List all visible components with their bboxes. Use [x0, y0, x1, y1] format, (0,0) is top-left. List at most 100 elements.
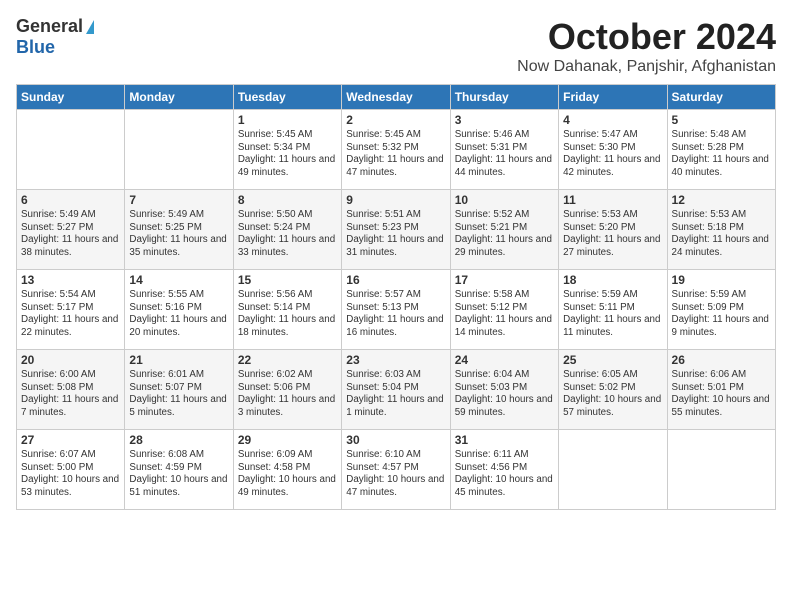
- sunset-text: Sunset: 5:08 PM: [21, 382, 93, 393]
- daylight-text: Daylight: 11 hours and 24 minutes.: [672, 234, 769, 258]
- sunrise-text: Sunrise: 5:49 AM: [129, 209, 204, 220]
- day-number: 25: [563, 353, 662, 367]
- sunset-text: Sunset: 5:13 PM: [346, 302, 418, 313]
- cell-content: Sunrise: 6:11 AMSunset: 4:56 PMDaylight:…: [455, 449, 554, 500]
- cell-content: Sunrise: 5:47 AMSunset: 5:30 PMDaylight:…: [563, 129, 662, 180]
- day-number: 22: [238, 353, 337, 367]
- daylight-text: Daylight: 11 hours and 31 minutes.: [346, 234, 443, 258]
- cell-content: Sunrise: 5:57 AMSunset: 5:13 PMDaylight:…: [346, 289, 445, 340]
- sunrise-text: Sunrise: 5:55 AM: [129, 289, 204, 300]
- calendar-week-row: 20Sunrise: 6:00 AMSunset: 5:08 PMDayligh…: [17, 350, 776, 430]
- sunrise-text: Sunrise: 5:54 AM: [21, 289, 96, 300]
- cell-content: Sunrise: 6:02 AMSunset: 5:06 PMDaylight:…: [238, 369, 337, 420]
- cell-content: Sunrise: 5:51 AMSunset: 5:23 PMDaylight:…: [346, 209, 445, 260]
- sunrise-text: Sunrise: 6:08 AM: [129, 449, 204, 460]
- day-number: 21: [129, 353, 228, 367]
- calendar-cell: 15Sunrise: 5:56 AMSunset: 5:14 PMDayligh…: [233, 270, 341, 350]
- calendar-cell: 8Sunrise: 5:50 AMSunset: 5:24 PMDaylight…: [233, 190, 341, 270]
- sunrise-text: Sunrise: 5:50 AM: [238, 209, 313, 220]
- weekday-header-thursday: Thursday: [450, 85, 558, 110]
- sunrise-text: Sunrise: 5:45 AM: [346, 129, 421, 140]
- daylight-text: Daylight: 11 hours and 5 minutes.: [129, 394, 226, 418]
- daylight-text: Daylight: 11 hours and 14 minutes.: [455, 314, 552, 338]
- sunrise-text: Sunrise: 6:11 AM: [455, 449, 529, 460]
- sunrise-text: Sunrise: 5:49 AM: [21, 209, 96, 220]
- daylight-text: Daylight: 10 hours and 49 minutes.: [238, 474, 336, 498]
- calendar-week-row: 1Sunrise: 5:45 AMSunset: 5:34 PMDaylight…: [17, 110, 776, 190]
- sunrise-text: Sunrise: 6:02 AM: [238, 369, 313, 380]
- logo-triangle-icon: [86, 20, 94, 34]
- sunrise-text: Sunrise: 5:52 AM: [455, 209, 530, 220]
- cell-content: Sunrise: 6:06 AMSunset: 5:01 PMDaylight:…: [672, 369, 771, 420]
- day-number: 28: [129, 433, 228, 447]
- cell-content: Sunrise: 6:07 AMSunset: 5:00 PMDaylight:…: [21, 449, 120, 500]
- daylight-text: Daylight: 10 hours and 51 minutes.: [129, 474, 227, 498]
- calendar-cell: 17Sunrise: 5:58 AMSunset: 5:12 PMDayligh…: [450, 270, 558, 350]
- daylight-text: Daylight: 10 hours and 45 minutes.: [455, 474, 553, 498]
- day-number: 5: [672, 113, 771, 127]
- cell-content: Sunrise: 6:04 AMSunset: 5:03 PMDaylight:…: [455, 369, 554, 420]
- calendar-cell: 12Sunrise: 5:53 AMSunset: 5:18 PMDayligh…: [667, 190, 775, 270]
- daylight-text: Daylight: 10 hours and 59 minutes.: [455, 394, 553, 418]
- daylight-text: Daylight: 11 hours and 7 minutes.: [21, 394, 118, 418]
- calendar-cell: [125, 110, 233, 190]
- day-number: 29: [238, 433, 337, 447]
- location-title: Now Dahanak, Panjshir, Afghanistan: [517, 58, 776, 76]
- cell-content: Sunrise: 6:08 AMSunset: 4:59 PMDaylight:…: [129, 449, 228, 500]
- calendar-cell: 4 Sunrise: 5:47 AMSunset: 5:30 PMDaylight…: [559, 110, 667, 190]
- cell-content: Sunrise: 5:52 AMSunset: 5:21 PMDaylight:…: [455, 209, 554, 260]
- sunset-text: Sunset: 5:00 PM: [21, 462, 93, 473]
- day-number: 30: [346, 433, 445, 447]
- day-number: 20: [21, 353, 120, 367]
- daylight-text: Daylight: 10 hours and 57 minutes.: [563, 394, 661, 418]
- daylight-text: Daylight: 11 hours and 49 minutes.: [238, 154, 335, 178]
- calendar-cell: 21Sunrise: 6:01 AMSunset: 5:07 PMDayligh…: [125, 350, 233, 430]
- sunset-text: Sunset: 4:57 PM: [346, 462, 418, 473]
- daylight-text: Daylight: 11 hours and 35 minutes.: [129, 234, 226, 258]
- day-number: 2: [346, 113, 445, 127]
- day-number: 9: [346, 193, 445, 207]
- day-number: 13: [21, 273, 120, 287]
- cell-content: Sunrise: 5:48 AMSunset: 5:28 PMDaylight:…: [672, 129, 771, 180]
- sunrise-text: Sunrise: 5:53 AM: [563, 209, 638, 220]
- sunrise-text: Sunrise: 5:45 AM: [238, 129, 313, 140]
- day-number: 11: [563, 193, 662, 207]
- calendar-cell: 30Sunrise: 6:10 AMSunset: 4:57 PMDayligh…: [342, 430, 450, 510]
- cell-content: Sunrise: 6:09 AMSunset: 4:58 PMDaylight:…: [238, 449, 337, 500]
- daylight-text: Daylight: 11 hours and 22 minutes.: [21, 314, 118, 338]
- sunrise-text: Sunrise: 6:10 AM: [346, 449, 421, 460]
- calendar-cell: 31 Sunrise: 6:11 AMSunset: 4:56 PMDayligh…: [450, 430, 558, 510]
- weekday-header-sunday: Sunday: [17, 85, 125, 110]
- day-number: 18: [563, 273, 662, 287]
- calendar-cell: 20Sunrise: 6:00 AMSunset: 5:08 PMDayligh…: [17, 350, 125, 430]
- daylight-text: Daylight: 11 hours and 29 minutes.: [455, 234, 552, 258]
- sunset-text: Sunset: 5:14 PM: [238, 302, 310, 313]
- day-number: 4: [563, 113, 662, 127]
- weekday-header-wednesday: Wednesday: [342, 85, 450, 110]
- calendar-week-row: 6Sunrise: 5:49 AMSunset: 5:27 PMDaylight…: [17, 190, 776, 270]
- day-number: 10: [455, 193, 554, 207]
- calendar-week-row: 13Sunrise: 5:54 AMSunset: 5:17 PMDayligh…: [17, 270, 776, 350]
- calendar-cell: 3Sunrise: 5:46 AMSunset: 5:31 PMDaylight…: [450, 110, 558, 190]
- daylight-text: Daylight: 11 hours and 27 minutes.: [563, 234, 660, 258]
- day-number: 19: [672, 273, 771, 287]
- daylight-text: Daylight: 11 hours and 42 minutes.: [563, 154, 660, 178]
- sunrise-text: Sunrise: 6:07 AM: [21, 449, 96, 460]
- calendar-cell: [17, 110, 125, 190]
- day-number: 31: [455, 433, 554, 447]
- logo-blue-text: Blue: [16, 37, 55, 58]
- sunrise-text: Sunrise: 5:47 AM: [563, 129, 638, 140]
- cell-content: Sunrise: 5:46 AMSunset: 5:31 PMDaylight:…: [455, 129, 554, 180]
- sunrise-text: Sunrise: 5:57 AM: [346, 289, 421, 300]
- sunrise-text: Sunrise: 6:06 AM: [672, 369, 747, 380]
- calendar-cell: 29 Sunrise: 6:09 AMSunset: 4:58 PMDayligh…: [233, 430, 341, 510]
- cell-content: Sunrise: 5:56 AMSunset: 5:14 PMDaylight:…: [238, 289, 337, 340]
- sunrise-text: Sunrise: 5:59 AM: [563, 289, 638, 300]
- calendar-cell: 25Sunrise: 6:05 AMSunset: 5:02 PMDayligh…: [559, 350, 667, 430]
- sunset-text: Sunset: 5:24 PM: [238, 222, 310, 233]
- day-number: 1: [238, 113, 337, 127]
- daylight-text: Daylight: 11 hours and 44 minutes.: [455, 154, 552, 178]
- day-number: 17: [455, 273, 554, 287]
- sunset-text: Sunset: 5:31 PM: [455, 142, 527, 153]
- calendar-cell: 10 Sunrise: 5:52 AMSunset: 5:21 PMDayligh…: [450, 190, 558, 270]
